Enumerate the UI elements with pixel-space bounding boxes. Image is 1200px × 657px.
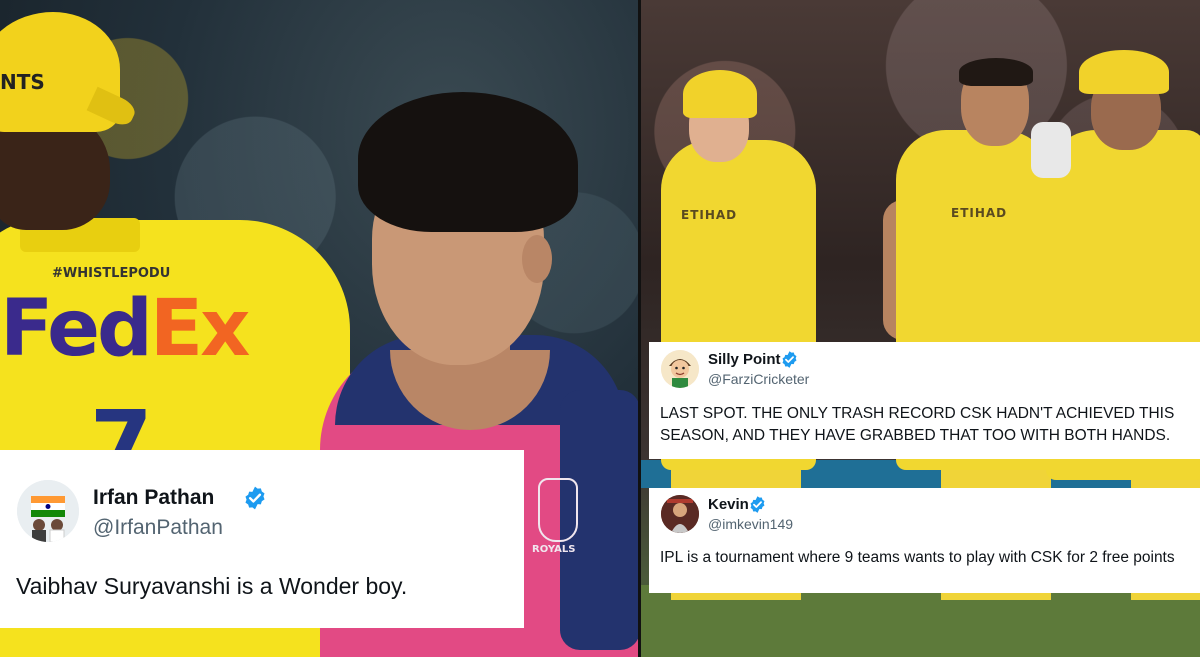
fedex-logo-fed: Fed <box>0 284 153 374</box>
tweet-card: Silly Point @FarziCricketer LAST SPOT. T… <box>649 342 1200 459</box>
player-cap <box>683 70 757 118</box>
player-hair <box>959 58 1033 86</box>
avatar[interactable] <box>661 495 699 533</box>
jersey-hashtag: #WHISTLEPODU <box>52 266 171 281</box>
boy-hair <box>358 92 578 232</box>
tweet-author-handle[interactable]: @imkevin149 <box>708 516 793 532</box>
avatar[interactable] <box>661 350 699 388</box>
keeping-glove <box>1031 122 1071 178</box>
fedex-logo-ex: Ex <box>149 284 251 374</box>
avatar-image <box>661 495 699 533</box>
tweet-text: Vaibhav Suryavanshi is a Wonder boy. <box>16 573 408 599</box>
jersey-sponsor: ETIHAD <box>681 208 738 222</box>
verified-badge-icon <box>242 485 268 516</box>
tweet-author-handle[interactable]: @IrfanPathan <box>93 516 223 540</box>
fedex-logo: FedEx <box>0 290 250 368</box>
player-cap <box>1079 50 1169 94</box>
avatar[interactable] <box>17 480 79 542</box>
tweet-author-name[interactable]: Kevin <box>708 496 749 513</box>
tweet-text: IPL is a tournament where 9 teams wants … <box>660 549 1175 566</box>
tweet-text: LAST SPOT. THE ONLY TRASH RECORD CSK HAD… <box>660 405 1175 444</box>
tweet-card: Irfan Pathan @IrfanPathan Vaibhav Suryav… <box>0 450 524 628</box>
collage: NTS #WHISTLEPODU FedEx 7 ROYALS ETIHAD E… <box>0 0 1200 657</box>
tweet-author-name[interactable]: Irfan Pathan <box>93 486 214 510</box>
boy-ear <box>522 235 552 283</box>
jersey-sponsor: ETIHAD <box>951 206 1008 220</box>
tweet-author-handle[interactable]: @FarziCricketer <box>708 371 809 387</box>
avatar-image <box>17 480 79 542</box>
rr-badge-icon <box>538 478 578 542</box>
cap-text: NTS <box>0 70 45 94</box>
tweet-author-name[interactable]: Silly Point <box>708 351 781 368</box>
avatar-image <box>661 350 699 388</box>
rr-badge-text: ROYALS <box>532 544 576 555</box>
tweet-card: Kevin @imkevin149 IPL is a tournament wh… <box>649 488 1200 593</box>
